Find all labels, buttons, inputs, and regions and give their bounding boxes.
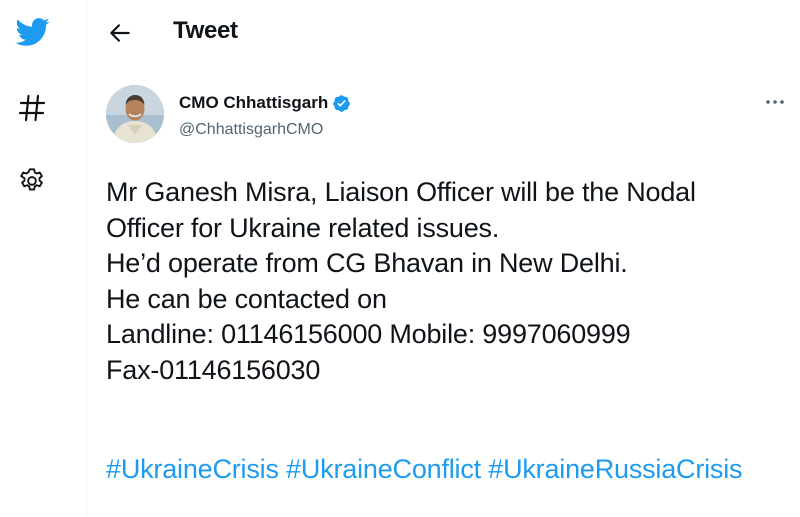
tweet-text-line: Landline: 01146156000 Mobile: 9997060999 (106, 319, 631, 350)
avatar-image (106, 85, 164, 143)
page-header: Tweet (87, 0, 800, 66)
tweet-text-line: Mr Ganesh Misra, Liaison Officer will be… (106, 177, 696, 207)
hashtag-link[interactable]: #UkraineCrisis (106, 454, 279, 484)
page-title: Tweet (173, 17, 238, 44)
twitter-bird-icon[interactable] (14, 14, 50, 50)
tweet-hashtags: #UkraineCrisis #UkraineConflict #Ukraine… (106, 451, 743, 487)
tweet-page: Tweet CMO Chhattisgarh @ChhattisgarhCMO (0, 0, 800, 517)
left-nav-rail (0, 0, 86, 517)
tweet-text-line: Fax-01146156030 (106, 354, 321, 385)
hashtag-link[interactable]: #UkraineRussiaCrisis (488, 454, 742, 484)
hashtag-link[interactable]: #UkraineConflict (286, 454, 481, 484)
author-name-row: CMO Chhattisgarh (179, 93, 351, 113)
author-display-name[interactable]: CMO Chhattisgarh (179, 93, 328, 113)
more-dots-icon[interactable] (763, 94, 787, 110)
hashtag-icon[interactable] (16, 92, 48, 124)
tweet-text-line: He’d operate from CG Bhavan in New Delhi… (106, 248, 628, 279)
author-handle[interactable]: @ChhattisgarhCMO (179, 121, 323, 139)
tweet: CMO Chhattisgarh @ChhattisgarhCMO Mr Gan… (87, 66, 800, 517)
tweet-text-line: Officer for Ukraine related issues. (106, 212, 500, 243)
verified-badge-icon (333, 94, 351, 112)
tweet-text: Mr Ganesh Misra, Liaison Officer will be… (106, 175, 786, 389)
tweet-text-line: He can be contacted on (106, 283, 387, 314)
avatar[interactable] (106, 85, 164, 143)
gear-icon[interactable] (17, 166, 47, 196)
back-arrow-icon[interactable] (107, 20, 133, 46)
